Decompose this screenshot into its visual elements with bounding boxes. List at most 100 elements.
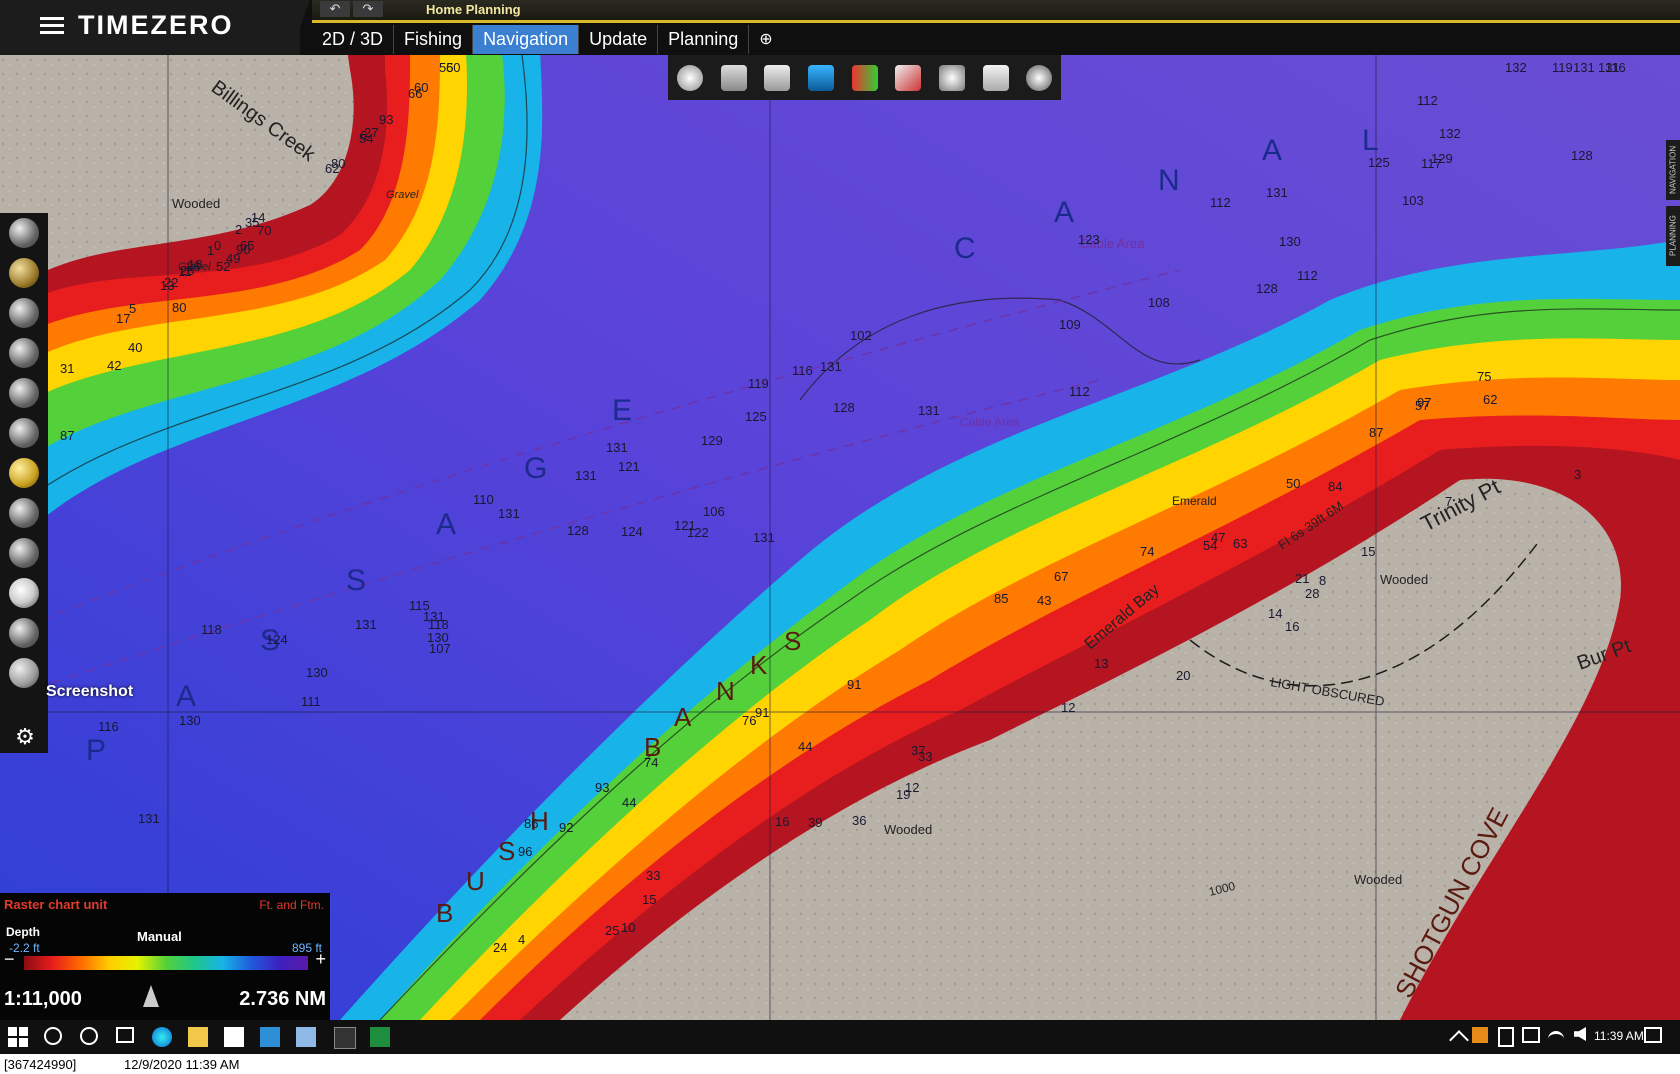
tab-2d-3d[interactable]: 2D / 3D <box>312 25 395 54</box>
store-icon[interactable] <box>224 1027 244 1047</box>
tab-update[interactable]: Update <box>579 25 659 54</box>
depth-sounding: 103 <box>1402 193 1424 208</box>
measure-icon[interactable] <box>0 493 48 533</box>
route-objects-icon[interactable] <box>843 55 887 100</box>
redo-icon[interactable]: ↷ <box>353 1 383 17</box>
depth-sounding: 129 <box>701 433 723 448</box>
center-icon[interactable] <box>0 573 48 613</box>
depth-sounding: 91 <box>755 705 769 720</box>
chart-display-icon[interactable] <box>755 55 799 100</box>
tray-app-icon[interactable] <box>1472 1027 1488 1043</box>
search-icon[interactable] <box>44 1027 62 1045</box>
north-arrow-icon[interactable] <box>143 985 159 1007</box>
side-tab-navigation[interactable]: NAVIGATION <box>1666 140 1680 200</box>
event-icon[interactable] <box>0 293 48 333</box>
depth-sounding: 44 <box>798 739 812 754</box>
chart-canvas[interactable]: Billings Creek Wooded Gravel Gravel Cabl… <box>0 0 1680 1020</box>
network-icon[interactable] <box>1522 1027 1540 1043</box>
depth-sounding: 47 <box>1211 530 1225 545</box>
depth-sounding: 2 <box>235 222 242 237</box>
depth-sounding: 14 <box>1268 606 1282 621</box>
depth-sounding: 131 <box>918 403 940 418</box>
tab-navigation[interactable]: Navigation <box>473 25 580 54</box>
layers-icon[interactable] <box>712 55 756 100</box>
depth-sounding: 123 <box>1078 232 1100 247</box>
canal-letter: L <box>1362 124 1379 157</box>
add-tab-icon[interactable]: ⊕ <box>749 25 782 54</box>
settings-lock-icon[interactable] <box>1017 55 1061 100</box>
route-icon[interactable] <box>0 333 48 373</box>
tab-fishing[interactable]: Fishing <box>394 25 474 54</box>
timezero-app-icon[interactable] <box>334 1027 356 1049</box>
workspace-tabs: 2D / 3D Fishing Navigation Update Planni… <box>312 25 783 54</box>
compass-rose-icon[interactable] <box>668 55 712 100</box>
depth-sounding: 15 <box>1361 544 1375 559</box>
cortana-icon[interactable] <box>80 1027 98 1045</box>
depth-color-bar[interactable] <box>24 956 308 970</box>
status-id: [367424990] <box>4 1057 77 1072</box>
undo-icon[interactable]: ↶ <box>320 1 350 17</box>
status-datetime: 12/9/2020 11:39 AM <box>124 1057 240 1072</box>
app-window: Billings Creek Wooded Gravel Gravel Cabl… <box>0 0 1680 1074</box>
edge-icon[interactable] <box>152 1027 172 1047</box>
mark-icon[interactable] <box>0 253 48 293</box>
depth-sounding: 20 <box>1176 668 1190 683</box>
tab-planning[interactable]: Planning <box>658 25 750 54</box>
depth-sounding: 111 <box>301 694 321 709</box>
depth-sounding: 63 <box>1233 536 1247 551</box>
pan-icon[interactable] <box>0 453 48 493</box>
depth-sounding: 93 <box>379 112 393 127</box>
excel-icon[interactable] <box>370 1027 390 1047</box>
chevron-up-icon[interactable] <box>1449 1030 1469 1050</box>
task-view-icon[interactable] <box>116 1027 134 1043</box>
screenshot-icon[interactable] <box>0 653 48 693</box>
nautical-chart[interactable]: Billings Creek Wooded Gravel Gravel Cabl… <box>0 0 1680 1020</box>
depth-sounding: 121 <box>618 459 640 474</box>
zoom-out-icon[interactable] <box>0 413 48 453</box>
place-label: Wooded <box>1380 572 1428 587</box>
keyboard-icon[interactable] <box>296 1027 316 1047</box>
depth-sounding: 80 <box>172 300 186 315</box>
depth-plus-button[interactable]: + <box>310 950 326 968</box>
depth-sounding: 87 <box>60 428 74 443</box>
zoom-in-icon[interactable] <box>0 373 48 413</box>
battery-icon[interactable] <box>1498 1027 1514 1047</box>
depth-sounding: 112 <box>1417 93 1438 108</box>
depth-mode[interactable]: Manual <box>137 929 182 944</box>
depth-minus-button[interactable]: − <box>4 950 20 968</box>
depth-sounding: 118 <box>201 622 222 637</box>
clock[interactable]: 11:39 AM <box>1594 1029 1644 1043</box>
place-label: Gravel <box>386 189 419 201</box>
depth-sounding: 62 <box>325 161 339 176</box>
windows-start-icon[interactable] <box>8 1027 28 1047</box>
depth-sounding: 49 <box>226 251 240 266</box>
pencil-icon[interactable] <box>886 55 930 100</box>
volume-icon[interactable] <box>1574 1027 1586 1041</box>
bush-letter: B <box>436 898 453 928</box>
depth-sounding: 5 <box>129 301 136 316</box>
depth-sounding: 93 <box>595 780 609 795</box>
menu-icon[interactable] <box>40 17 64 35</box>
depth-sounding: 125 <box>745 409 767 424</box>
notification-icon[interactable] <box>1644 1027 1662 1043</box>
depth-sounding: 13 <box>160 278 174 293</box>
depth-sounding: 102 <box>850 328 872 343</box>
depth-sounding: 132 <box>1505 60 1527 75</box>
depth-sounding: 74 <box>644 755 658 770</box>
chart-toolbar <box>668 55 1061 100</box>
banks-letter: S <box>784 626 801 656</box>
depth-shading-icon[interactable] <box>799 55 843 100</box>
gear-icon[interactable]: ⚙ <box>8 722 42 752</box>
side-tab-planning[interactable]: PLANNING <box>1666 206 1680 266</box>
file-explorer-icon[interactable] <box>188 1027 208 1047</box>
status-strip: [367424990] 12/9/2020 11:39 AM <box>0 1054 1680 1074</box>
draw-icon[interactable] <box>0 533 48 573</box>
wifi-icon[interactable] <box>1548 1031 1564 1044</box>
depth-sounding: 131 <box>355 617 377 632</box>
mail-icon[interactable] <box>260 1027 280 1047</box>
ruler-icon[interactable] <box>0 613 48 653</box>
cursor-icon[interactable] <box>0 213 48 253</box>
reports-icon[interactable] <box>974 55 1018 100</box>
waypoint-icon[interactable] <box>930 55 974 100</box>
depth-sounding: 131 <box>606 440 628 455</box>
